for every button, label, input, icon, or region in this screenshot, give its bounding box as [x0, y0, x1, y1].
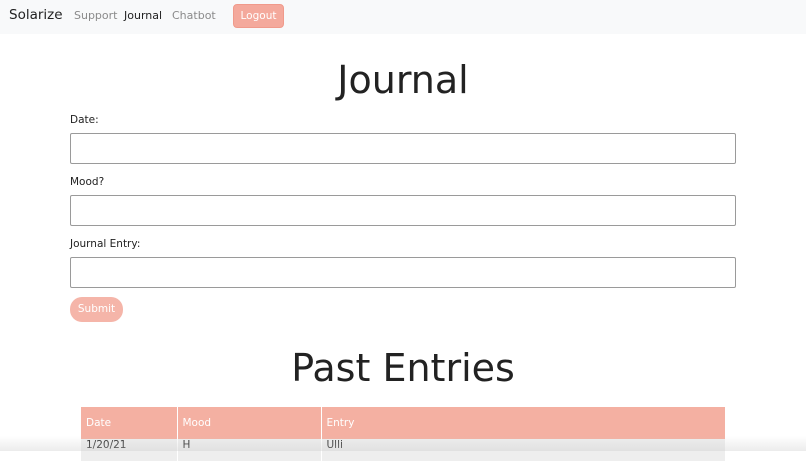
entries-table: Date Mood Entry 1/20/21 H Ulli [81, 407, 726, 461]
brand-logo[interactable]: Solarize [9, 7, 63, 23]
column-header-mood: Mood [177, 407, 322, 439]
past-entries-title: Past Entries [291, 346, 515, 390]
mood-field[interactable] [70, 195, 736, 226]
entry-text-cell: Ulli [321, 439, 726, 461]
entry-date-cell: 1/20/21 [81, 439, 178, 461]
journal-entry-field[interactable] [70, 257, 736, 288]
logout-button[interactable]: Logout [233, 4, 284, 28]
date-label: Date: [70, 114, 99, 126]
mood-label: Mood? [70, 176, 105, 188]
column-header-date: Date [81, 407, 178, 439]
nav-link-support[interactable]: Support [74, 9, 117, 22]
table-row: 1/20/21 H Ulli [81, 439, 726, 461]
column-header-entry: Entry [321, 407, 726, 439]
entry-mood-cell: H [177, 439, 322, 461]
date-field[interactable] [70, 133, 736, 164]
nav-link-chatbot[interactable]: Chatbot [172, 9, 216, 22]
page-title: Journal [337, 58, 469, 102]
journal-entry-label: Journal Entry: [70, 238, 141, 250]
submit-button[interactable]: Submit [70, 297, 123, 322]
navbar: Solarize Support Journal Chatbot Logout [0, 0, 806, 34]
nav-link-journal[interactable]: Journal [124, 9, 162, 22]
table-header-row: Date Mood Entry [81, 407, 726, 439]
